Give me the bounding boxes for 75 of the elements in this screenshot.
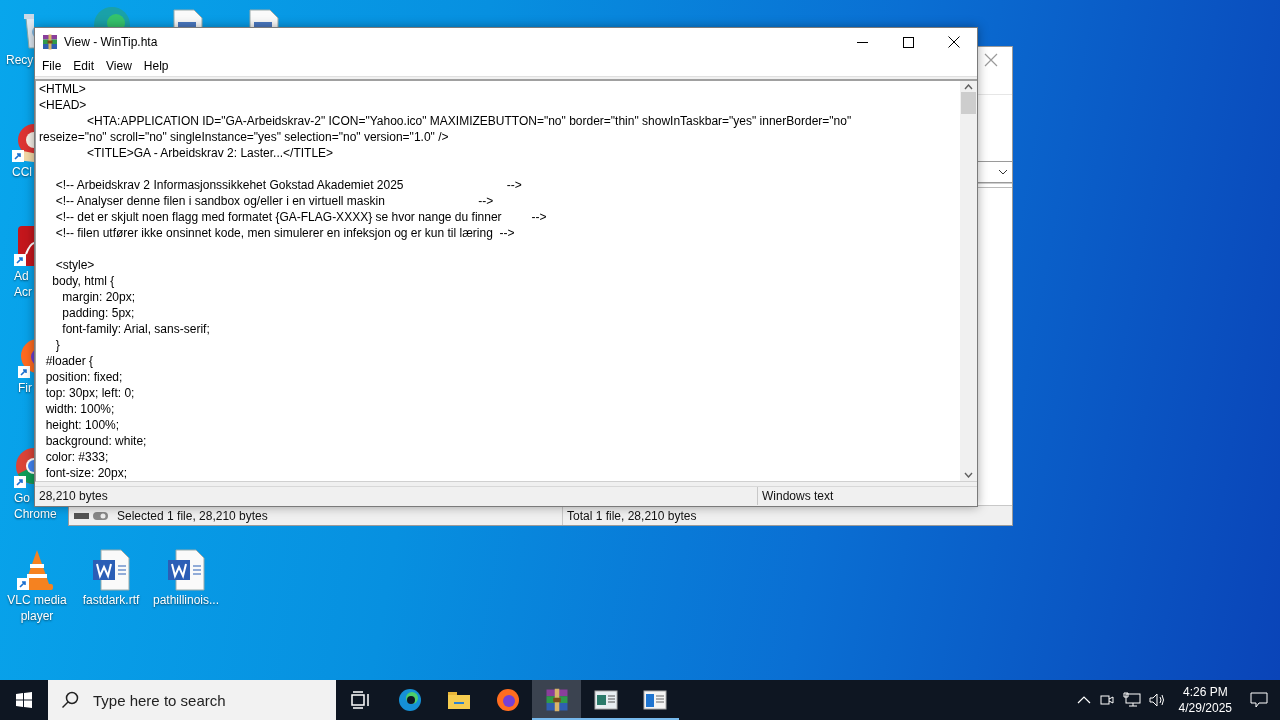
document-window-icon: [593, 690, 618, 710]
archive-icon: [544, 688, 569, 712]
volume-icon[interactable]: [1148, 692, 1167, 708]
code-line: <!-- filen utfører ikke onsinnet kode, men simulerer en infeksjon og er kun til læring -->: [54, 224, 515, 241]
code-line: <HEAD>: [39, 96, 87, 113]
code-line: width: 100%;: [44, 400, 115, 417]
desktop-icon-label: pathillinois...: [152, 592, 219, 608]
search-field[interactable]: Type here to search: [91, 690, 325, 710]
status-text: Total 1 file, 28,210 bytes: [566, 507, 698, 525]
network-icon[interactable]: [1122, 692, 1141, 708]
archive-icon: [42, 34, 58, 50]
code-line: font-family: Arial, sans-serif;: [61, 320, 210, 337]
code-line: <!-- Analyser denne filen i sandbox og/eller i en virtuell maskin -->: [54, 192, 494, 209]
app-window-icon: [642, 690, 667, 710]
path-dropdown[interactable]: [976, 161, 1012, 183]
vertical-scrollbar[interactable]: [960, 80, 977, 481]
search-icon: [61, 691, 79, 709]
code-line: height: 100%;: [44, 416, 120, 433]
firefox-icon: [495, 688, 520, 712]
code-line: body, html {: [51, 272, 115, 289]
chevron-up-icon[interactable]: [1076, 696, 1091, 704]
menu-item[interactable]: File: [36, 56, 68, 75]
desktop-icon-label: Fir: [18, 380, 32, 396]
code-line: background: white;: [44, 432, 147, 449]
code-line: color: #333;: [44, 448, 109, 465]
code-line: <HTA:APPLICATION ID="GA-Arbeidskrav-2" ICON="Yahoo.ico" MAXIMIZEBUTTON="no" border="thin" showInTaskbar="yes" innerBorder="no": [86, 112, 852, 129]
scroll-down-icon[interactable]: [964, 471, 973, 478]
word-icon[interactable]: [166, 548, 206, 592]
code-line: <TITLE>GA - Arbeidskrav 2: Laster...</TITLE>: [86, 144, 334, 161]
code-line: <HTML>: [39, 80, 86, 97]
menu-item[interactable]: Help: [137, 56, 175, 75]
close-icon[interactable]: [984, 53, 998, 67]
edge-icon: [397, 688, 422, 712]
notification-icon[interactable]: [1250, 692, 1268, 708]
word-icon[interactable]: [91, 548, 131, 592]
desktop-icon-label: Chrome: [14, 506, 57, 522]
menu-item[interactable]: Edit: [67, 56, 101, 75]
desktop-icon-label: fastdark.rtf: [82, 592, 140, 608]
desktop-icon-label: Recy: [6, 52, 34, 68]
code-line: font-size: 20px;: [44, 464, 128, 481]
acrobat-icon[interactable]: [14, 224, 34, 268]
minimize-icon: [856, 41, 868, 43]
code-line: <!-- Arbeidskrav 2 Informasjonssikkehet Gokstad Akademiet 2025 -->: [54, 176, 522, 193]
desktop-icon-label: VLC media: [7, 592, 67, 608]
code-line: <!-- det er skjult noen flagg med formatet {GA-FLAG-XXXX} se hvor nange du finner -->: [54, 208, 547, 225]
code-line: margin: 20px;: [61, 288, 136, 305]
drives-drawing: [73, 509, 109, 522]
status-text: Windows text: [761, 488, 835, 506]
desktop-icon-label: CCl: [12, 164, 32, 180]
chevron-down-icon: [998, 169, 1008, 175]
scroll-up-icon[interactable]: [964, 83, 973, 90]
code-line: padding: 5px;: [61, 304, 135, 321]
close-icon: [948, 36, 960, 48]
clock-time[interactable]: 4:26 PM: [1182, 684, 1228, 700]
code-line: <style>: [54, 256, 95, 273]
search-bar[interactable]: Type here to search: [48, 680, 336, 720]
desktop-icon-label: Go: [14, 490, 30, 506]
clock-date[interactable]: 4/29/2025: [1178, 700, 1232, 716]
desktop-icon-label: Ad: [14, 268, 29, 284]
code-line: reseize="no" scroll="no" singleInstance="yes" selection="no" version="1.0" />: [39, 128, 449, 145]
windows-logo-icon: [16, 692, 32, 708]
desktop-icon-label: Acr: [14, 284, 32, 300]
desktop-icon-label: player: [20, 608, 54, 624]
code-line: position: fixed;: [44, 368, 123, 385]
code-line: top: 30px; left: 0;: [44, 384, 135, 401]
status-text: 28,210 bytes: [35, 487, 758, 506]
window-title: View - WinTip.hta: [64, 35, 159, 49]
maximize-icon: [902, 36, 914, 48]
scroll-thumb[interactable]: [961, 91, 976, 114]
camera-icon[interactable]: [1098, 692, 1115, 708]
task-view-icon: [350, 691, 371, 709]
code-line: #loader {: [44, 352, 94, 369]
folder-icon: [446, 690, 471, 710]
code-line: }: [54, 336, 60, 353]
menu-item[interactable]: View: [100, 56, 138, 75]
